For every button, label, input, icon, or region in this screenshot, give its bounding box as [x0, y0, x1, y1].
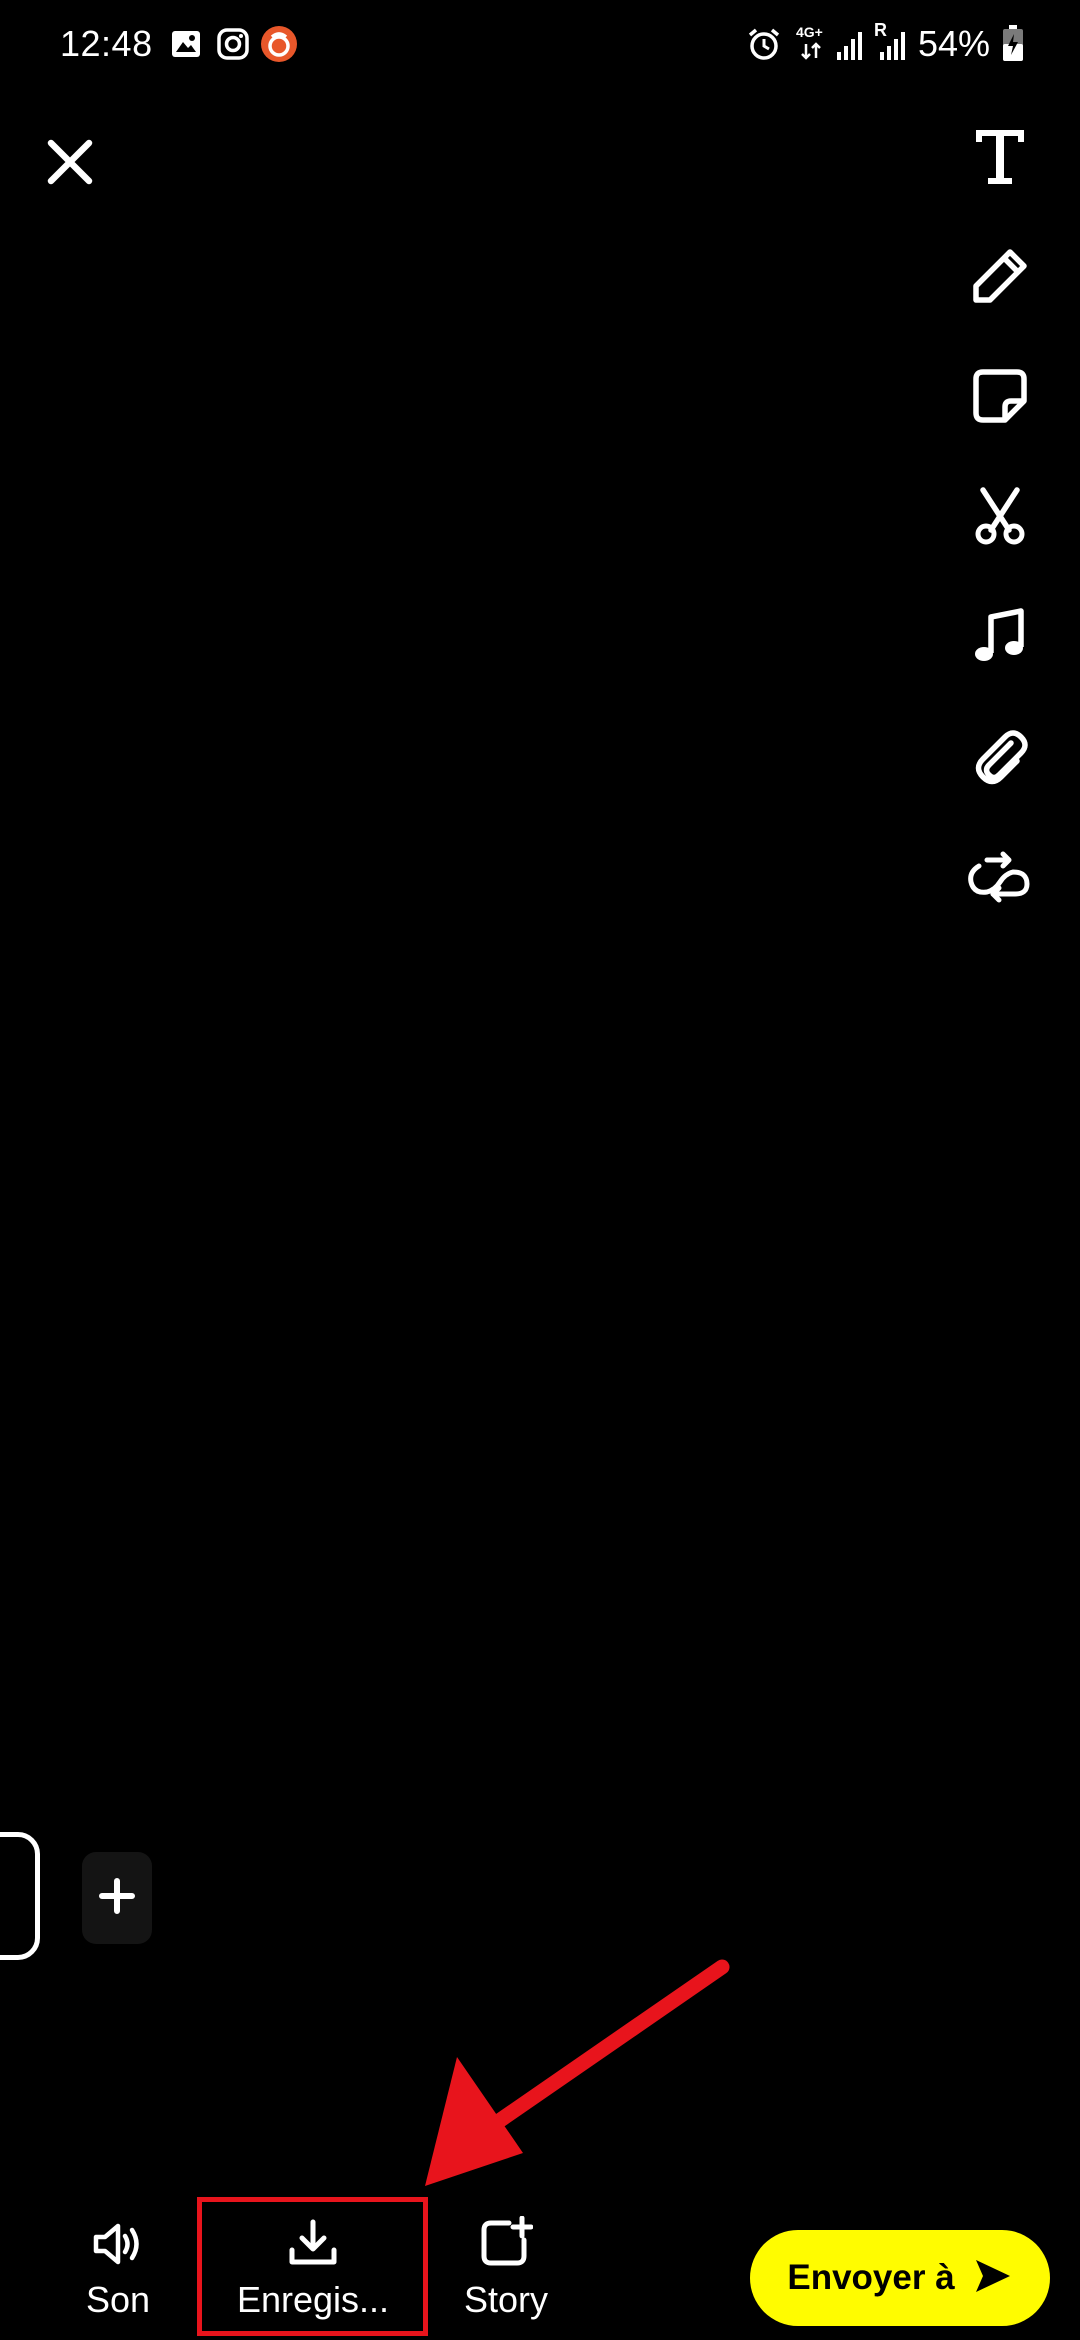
alarm-icon — [746, 26, 782, 67]
close-button[interactable] — [30, 118, 110, 210]
status-bar: 12:48 4G+ R 54% — [0, 0, 1080, 90]
story-label: Story — [463, 2279, 549, 2320]
paperclip-icon — [971, 725, 1029, 792]
add-frame-button[interactable] — [82, 1852, 152, 1944]
plus-icon — [99, 1877, 135, 1919]
text-tool-button[interactable] — [952, 110, 1048, 206]
scissors-icon — [971, 486, 1029, 551]
gallery-icon — [170, 28, 202, 65]
data-arrows-icon — [800, 42, 822, 65]
story-button[interactable]: Story — [448, 2206, 564, 2330]
add-story-icon — [479, 2206, 533, 2266]
loop-tool-button[interactable] — [952, 830, 1048, 926]
text-icon — [972, 126, 1028, 191]
battery-level: 54% — [918, 23, 991, 64]
status-time: 12:48 — [60, 23, 153, 64]
loop-icon — [965, 848, 1035, 909]
sound-label: Son — [85, 2279, 151, 2320]
attachment-tool-button[interactable] — [952, 710, 1048, 806]
annotation-arrow-icon — [425, 1959, 730, 2186]
send-to-label: Envoyer à — [787, 2258, 955, 2297]
sticker-icon — [971, 367, 1029, 430]
sound-button[interactable]: Son — [68, 2206, 168, 2330]
battery-charging-icon — [1002, 24, 1024, 67]
sticker-tool-button[interactable] — [952, 350, 1048, 446]
pencil-icon — [970, 246, 1030, 311]
snap-frame-thumbnail[interactable] — [0, 1832, 40, 1960]
music-icon — [973, 607, 1027, 670]
instagram-icon — [216, 27, 250, 66]
close-icon — [47, 139, 93, 190]
signal-roaming-icon — [876, 30, 906, 65]
music-tool-button[interactable] — [952, 590, 1048, 686]
save-highlight-box — [197, 2197, 428, 2336]
scissors-tool-button[interactable] — [952, 470, 1048, 566]
speaker-icon — [92, 2206, 144, 2266]
send-arrow-icon — [973, 2257, 1013, 2300]
signal-icon — [836, 30, 864, 65]
app-notification-icon — [260, 25, 298, 68]
send-to-button[interactable]: Envoyer à — [750, 2230, 1050, 2326]
draw-tool-button[interactable] — [952, 230, 1048, 326]
network-type: 4G+ — [796, 24, 823, 40]
